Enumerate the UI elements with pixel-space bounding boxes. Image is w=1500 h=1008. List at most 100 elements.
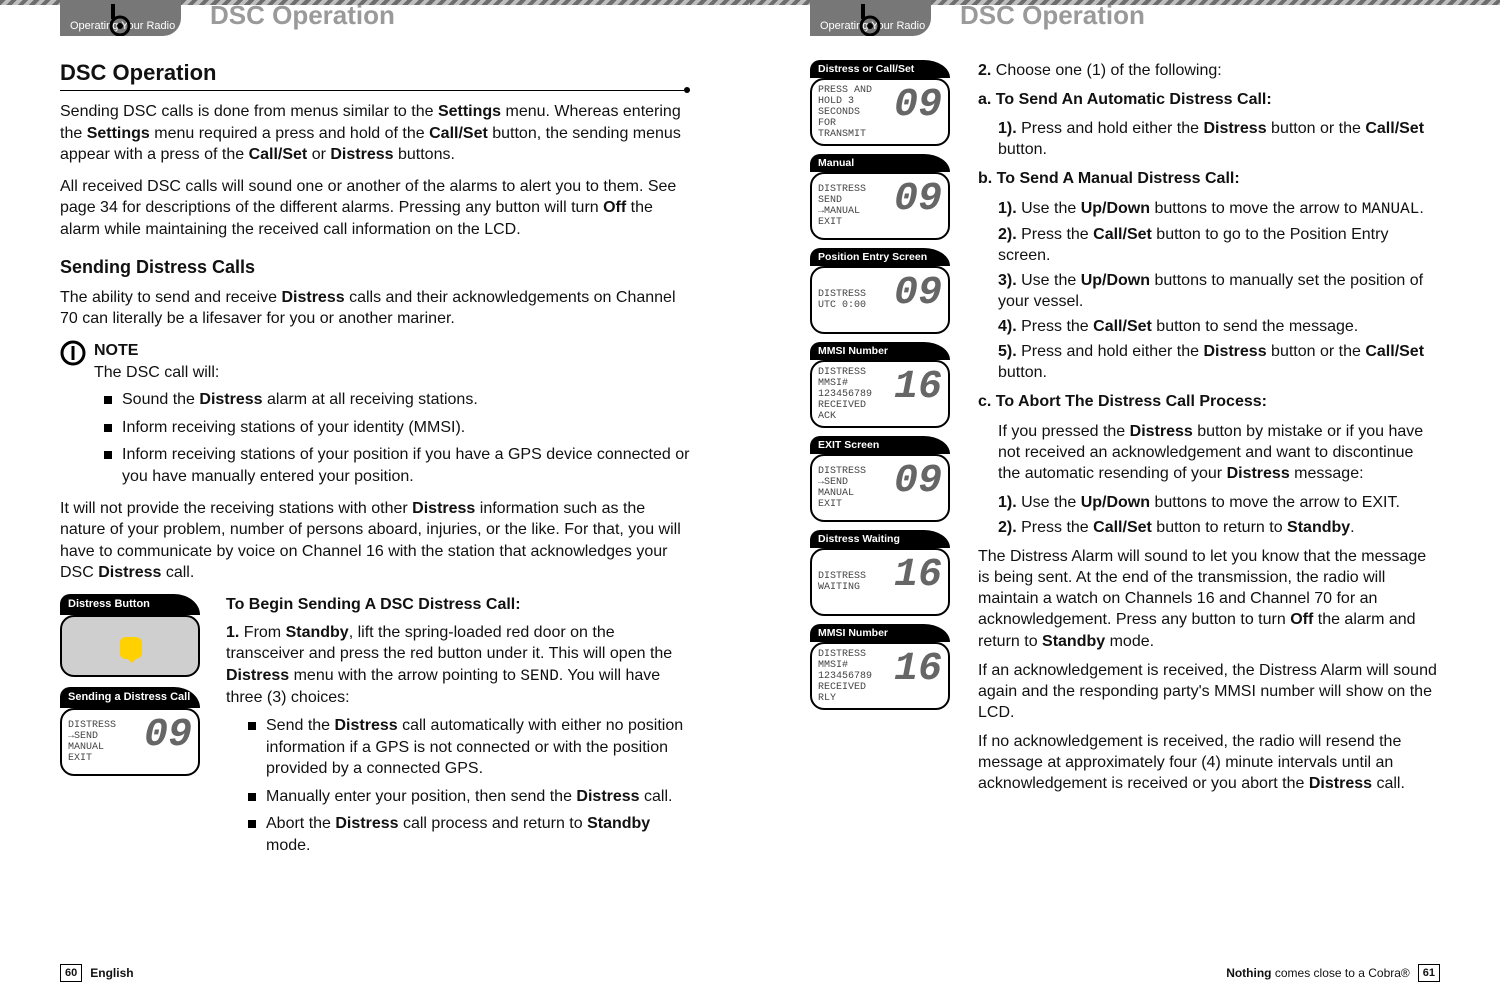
lcd-manual: DISTRESS SEND →MANUAL EXIT 09 <box>810 172 950 240</box>
t: button or the <box>1267 120 1366 137</box>
t: Press and hold either the <box>1017 343 1204 360</box>
lcd-channel: 09 <box>144 714 192 758</box>
t: Distress <box>199 391 262 408</box>
t: Call/Set <box>1093 226 1152 243</box>
radio-icon <box>100 2 134 36</box>
footer-lang: English <box>90 966 133 980</box>
t: buttons to move the arrow to EXIT. <box>1150 494 1400 511</box>
text-column: 2. Choose one (1) of the following: a. T… <box>978 60 1440 802</box>
t: Distress <box>226 667 289 684</box>
lcd-mmsi-ack: DISTRESS MMSI# 123456789 RECEIVED ACK 16 <box>810 360 950 428</box>
t: Nothing <box>1226 966 1271 980</box>
t: call process and return to <box>399 815 588 832</box>
t: Press the <box>1017 318 1093 335</box>
t: Press the <box>1017 519 1093 536</box>
heading-a: a. To Send An Automatic Distress Call: <box>978 89 1440 110</box>
caption-s7: MMSI Number <box>810 624 950 642</box>
t: Up/Down <box>1081 200 1150 217</box>
t: Abort the <box>266 815 335 832</box>
lcd-mmsi-rly: DISTRESS MMSI# 123456789 RECEIVED RLY 16 <box>810 642 950 710</box>
t: Settings <box>87 125 150 142</box>
t: Distress <box>1130 423 1193 440</box>
t: Choose one (1) of the following: <box>991 62 1221 79</box>
t: comes close to a Cobra® <box>1272 966 1410 980</box>
lcd-channel: 16 <box>894 648 942 692</box>
t: Distress <box>330 146 393 163</box>
b5: 5). Press and hold either the Distress b… <box>998 341 1440 383</box>
inset-row: Distress Button Sending a Distress Call … <box>60 594 690 863</box>
t: Manually enter your position, then send … <box>266 788 576 805</box>
t: 1). <box>998 200 1017 217</box>
t: Send the <box>266 717 335 734</box>
t: Distress <box>412 500 475 517</box>
bullet-3: Inform receiving stations of your positi… <box>104 444 690 487</box>
t: 2). <box>998 226 1017 243</box>
t: 2. <box>978 62 991 79</box>
page-right: Operating Your Radio DSC Operation Distr… <box>750 0 1500 1008</box>
b2: 2). Press the Call/Set button to go to t… <box>998 224 1440 266</box>
t: Off <box>603 199 626 216</box>
lcd-line: TRANSMIT <box>818 129 942 140</box>
t: Distress <box>1309 775 1372 792</box>
t: 3). <box>998 272 1017 289</box>
t: 2). <box>998 519 1017 536</box>
t: SEND <box>520 667 558 685</box>
t: Distress <box>98 564 161 581</box>
lcd-channel: 09 <box>894 84 942 128</box>
t: From <box>239 624 285 641</box>
steps-block: To Begin Sending A DSC Distress Call: 1.… <box>226 594 690 863</box>
lcd-waiting: DISTRESS WAITING 16 <box>810 548 950 616</box>
lcd-line: ACK <box>818 411 942 422</box>
wrap-s4: MMSI Number DISTRESS MMSI# 123456789 REC… <box>810 342 960 428</box>
page-left: Operating Your Radio DSC Operation DSC O… <box>0 0 750 1008</box>
t: 1). <box>998 494 1017 511</box>
para-intro-1: Sending DSC calls is done from menus sim… <box>60 101 690 166</box>
inset-2: Sending a Distress Call DISTRESS →SEND M… <box>60 687 210 776</box>
lcd-send-menu: DISTRESS →SEND MANUAL EXIT 09 <box>60 708 200 776</box>
wrap-s3: Position Entry Screen DISTRESS UTC 0:00 … <box>810 248 960 334</box>
header-title: DSC Operation <box>960 0 1145 31</box>
footer-left: 60 English <box>60 964 690 982</box>
subheading-sending: Sending Distress Calls <box>60 255 690 279</box>
step-1: 1. From Standby, lift the spring-loaded … <box>226 622 690 709</box>
t: Press the <box>1017 226 1093 243</box>
para-intro-2: All received DSC calls will sound one or… <box>60 176 690 241</box>
t: Call/Set <box>1093 519 1152 536</box>
bullet-1: Sound the Distress alarm at all receivin… <box>104 389 690 411</box>
t: Distress <box>335 815 398 832</box>
t: . <box>1419 200 1423 217</box>
t: Call/Set <box>429 125 488 142</box>
footer-right-group: Nothing comes close to a Cobra® 61 <box>1226 964 1440 982</box>
t: button to return to <box>1152 519 1287 536</box>
step-2: 2. Choose one (1) of the following: <box>978 60 1440 81</box>
list-a: 1). Press and hold either the Distress b… <box>978 118 1440 160</box>
t: Standby <box>286 624 349 641</box>
b4: 4). Press the Call/Set button to send th… <box>998 316 1440 337</box>
t: It will not provide the receiving statio… <box>60 500 412 517</box>
caption-s4: MMSI Number <box>810 342 950 360</box>
t: Standby <box>1287 519 1350 536</box>
step-bullet-2: Manually enter your position, then send … <box>248 786 690 808</box>
spread: Operating Your Radio DSC Operation DSC O… <box>0 0 1500 1008</box>
b1: 1). Use the Up/Down buttons to move the … <box>998 198 1440 220</box>
lcd-line: RLY <box>818 693 942 704</box>
lcd-position: DISTRESS UTC 0:00 09 <box>810 266 950 334</box>
list-b: 1). Use the Up/Down buttons to move the … <box>978 198 1440 384</box>
t: call. <box>161 564 194 581</box>
note-icon <box>60 340 86 366</box>
t: Call/Set <box>1365 343 1424 360</box>
t: Distress <box>1203 120 1266 137</box>
t: alarm at all receiving stations. <box>263 391 478 408</box>
t: button. <box>998 364 1047 381</box>
t: 4). <box>998 318 1017 335</box>
t: If you pressed the <box>998 423 1130 440</box>
t: Standby <box>587 815 650 832</box>
left-insets: Distress Button Sending a Distress Call … <box>60 594 210 863</box>
caption-s2: Manual <box>810 154 950 172</box>
t: Off <box>1290 611 1313 628</box>
note-block: NOTE The DSC call will: <box>60 340 690 383</box>
t: button. <box>998 141 1047 158</box>
page-number: 61 <box>1418 964 1440 982</box>
bullet-2: Inform receiving stations of your identi… <box>104 417 690 439</box>
caption-s5: EXIT Screen <box>810 436 950 454</box>
